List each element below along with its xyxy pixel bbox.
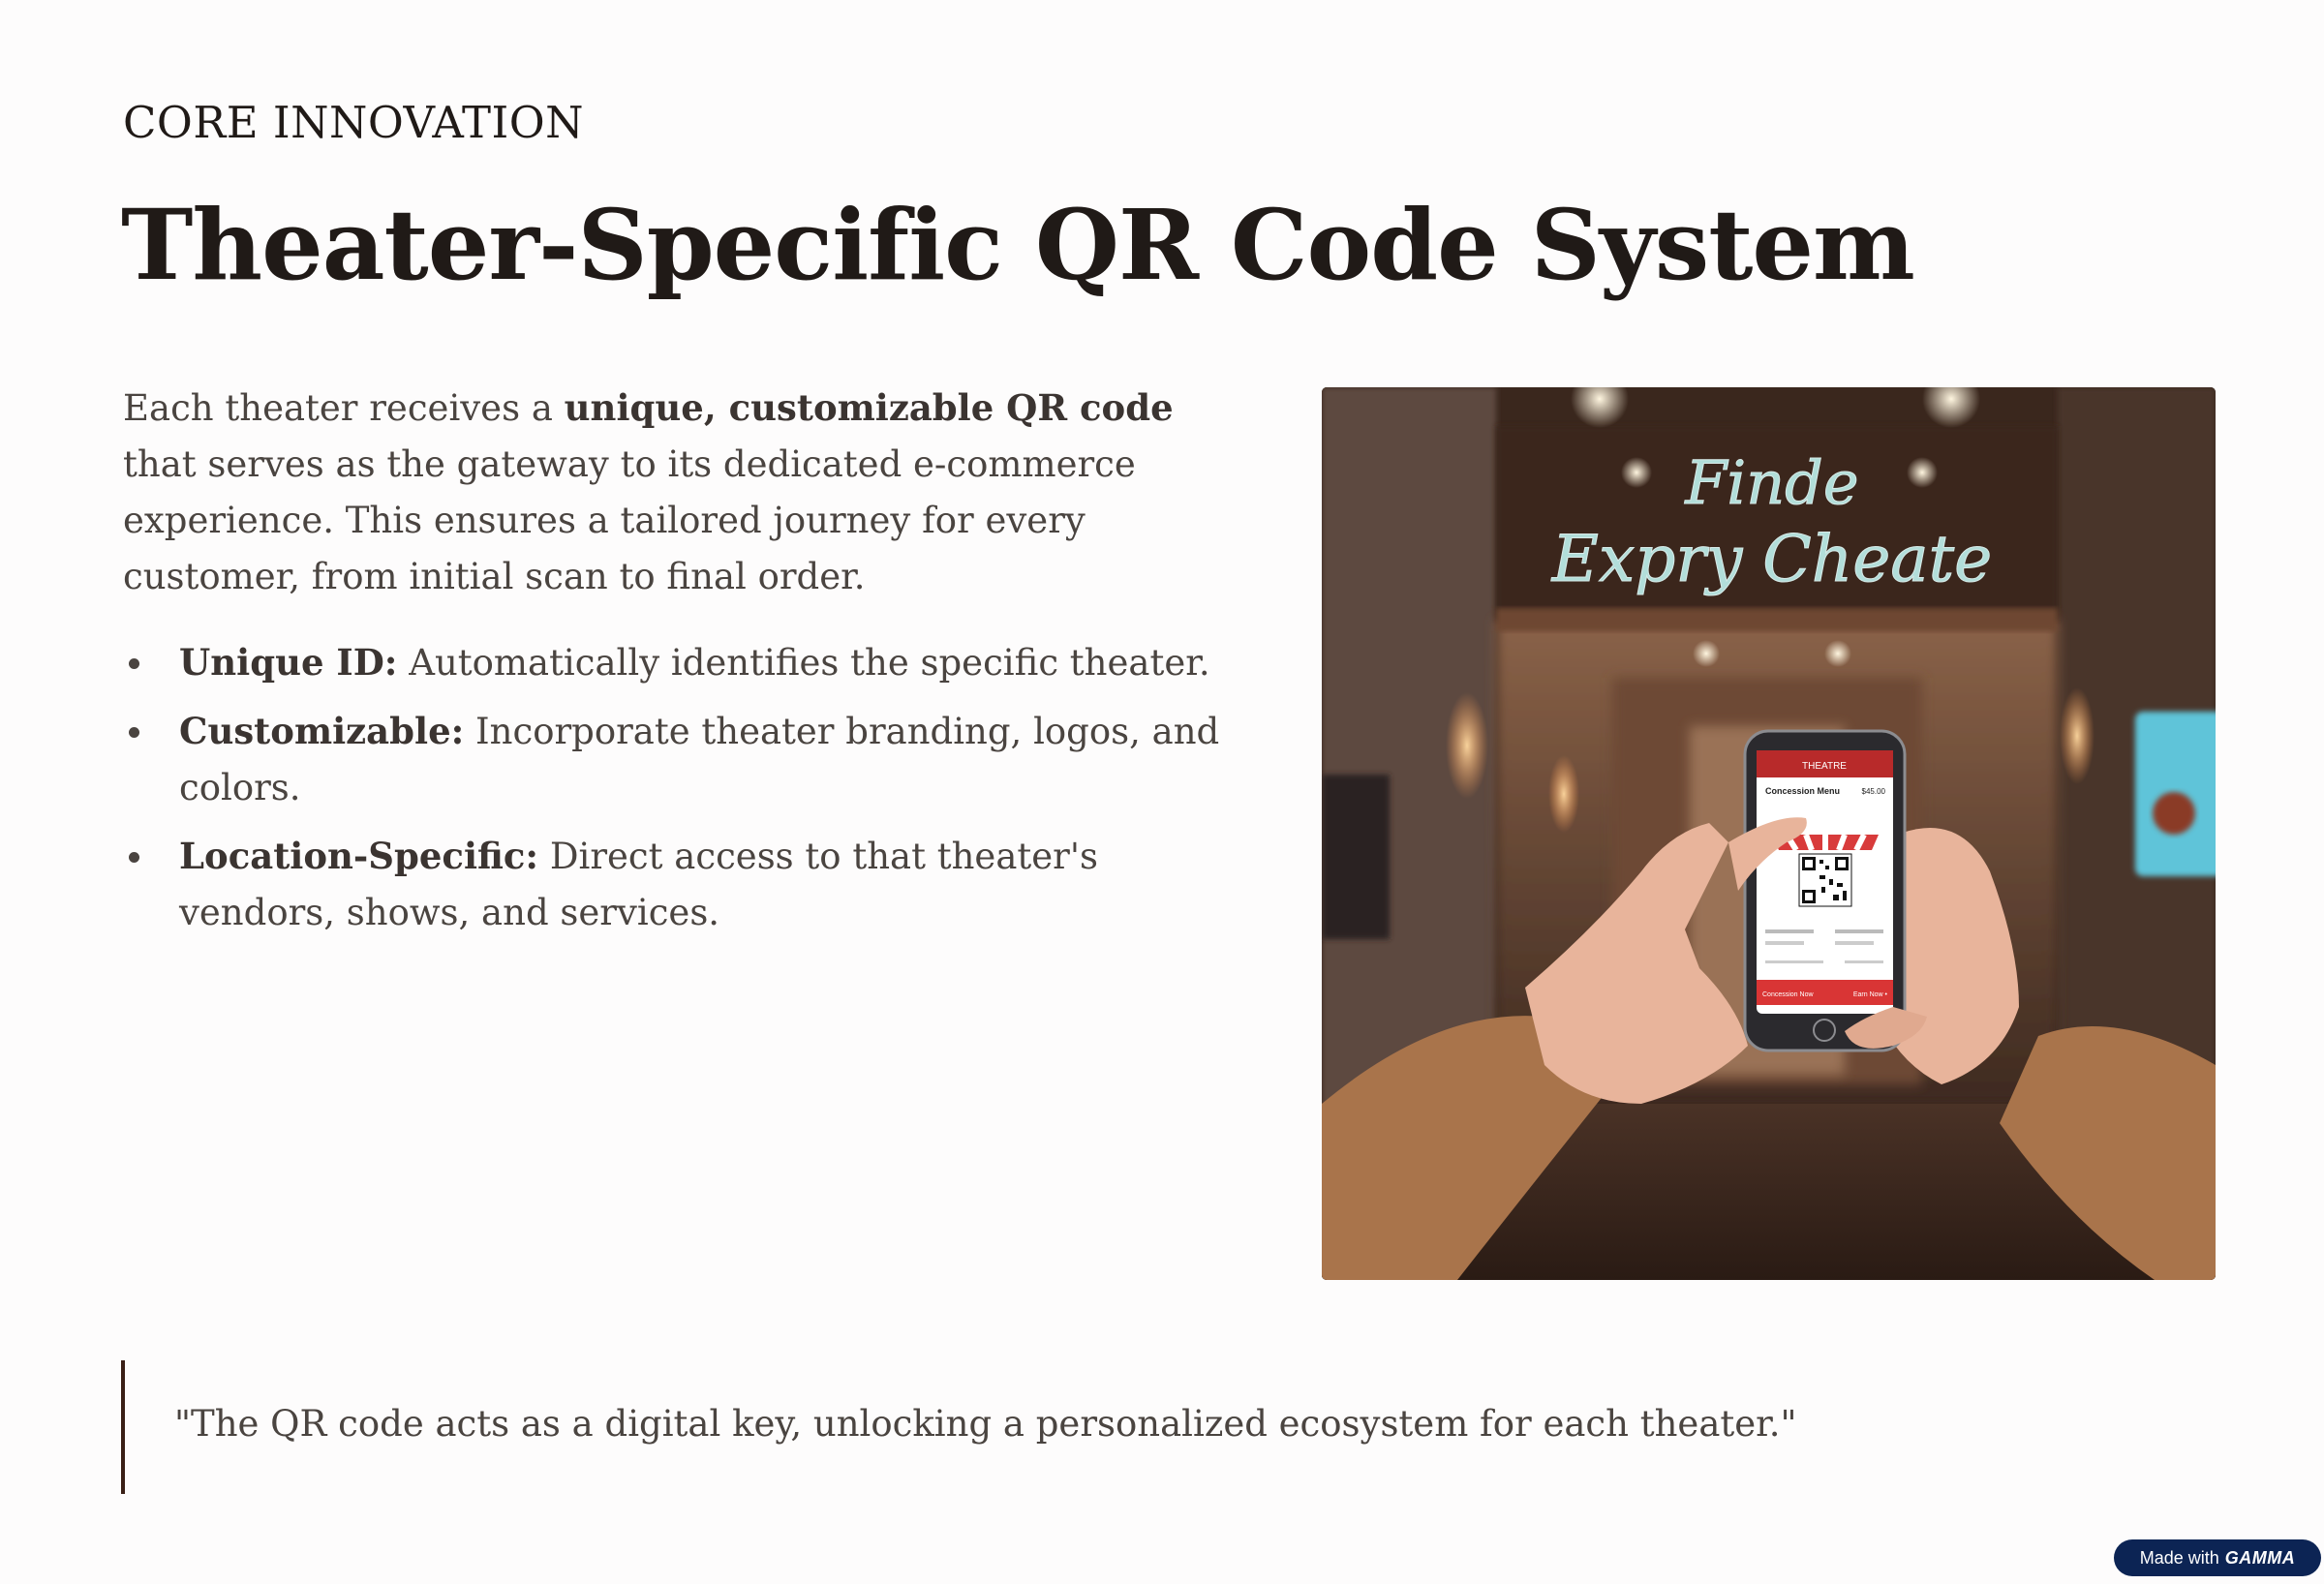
- phone-right-button: Earn Now •: [1853, 991, 1888, 998]
- smartphone: THEATRE Concession Menu $45.00 Concessio…: [1743, 729, 1907, 1052]
- phone-header-label: THEATRE: [1802, 761, 1847, 772]
- feature-text: Automatically identifies the specific th…: [397, 642, 1210, 684]
- neon-sign-line1: Finde: [1684, 447, 1858, 518]
- badge-prefix: Made with: [2139, 1547, 2219, 1568]
- gamma-logo-text: GAMMA: [2224, 1547, 2296, 1568]
- bullet-icon: [129, 727, 139, 738]
- page-title: Theater-Specific QR Code System: [121, 188, 1915, 302]
- intro-text-before: Each theater receives a: [123, 387, 565, 429]
- phone-menu-title: Concession Menu: [1765, 786, 1840, 796]
- intro-text-after: that serves as the gateway to its dedica…: [123, 443, 1136, 597]
- bullet-icon: [129, 852, 139, 863]
- bullet-icon: [129, 658, 139, 669]
- feature-item-customizable: Customizable: Incorporate theater brandi…: [123, 703, 1237, 816]
- feature-item-unique-id: Unique ID: Automatically identifies the …: [123, 634, 1237, 691]
- made-with-gamma-badge[interactable]: Made with GAMMA: [2114, 1539, 2321, 1576]
- intro-bold-text: unique, customizable QR code: [564, 386, 1174, 429]
- feature-label: Location-Specific:: [179, 835, 539, 877]
- hero-photo: Finde Expry Cheate THEATRE Concession Me…: [1322, 387, 2216, 1280]
- neon-sign-line2: Expry Cheate: [1551, 522, 1992, 596]
- theater-lobby-illustration: Finde Expry Cheate THEATRE Concession Me…: [1322, 387, 2216, 1280]
- phone-left-button: Concession Now: [1762, 991, 1814, 998]
- pull-quote: "The QR code acts as a digital key, unlo…: [174, 1403, 1797, 1445]
- section-eyebrow: CORE INNOVATION: [123, 97, 585, 148]
- feature-list: Unique ID: Automatically identifies the …: [123, 634, 1237, 941]
- feature-label: Customizable:: [179, 710, 465, 752]
- qr-code-icon: [1798, 853, 1852, 907]
- intro-paragraph: Each theater receives a unique, customiz…: [123, 380, 1237, 605]
- feature-label: Unique ID:: [179, 641, 398, 684]
- feature-item-location-specific: Location-Specific: Direct access to that…: [123, 828, 1237, 941]
- body-column: Each theater receives a unique, customiz…: [123, 380, 1237, 953]
- phone-price: $45.00: [1862, 787, 1886, 796]
- quote-accent-bar: [121, 1360, 125, 1494]
